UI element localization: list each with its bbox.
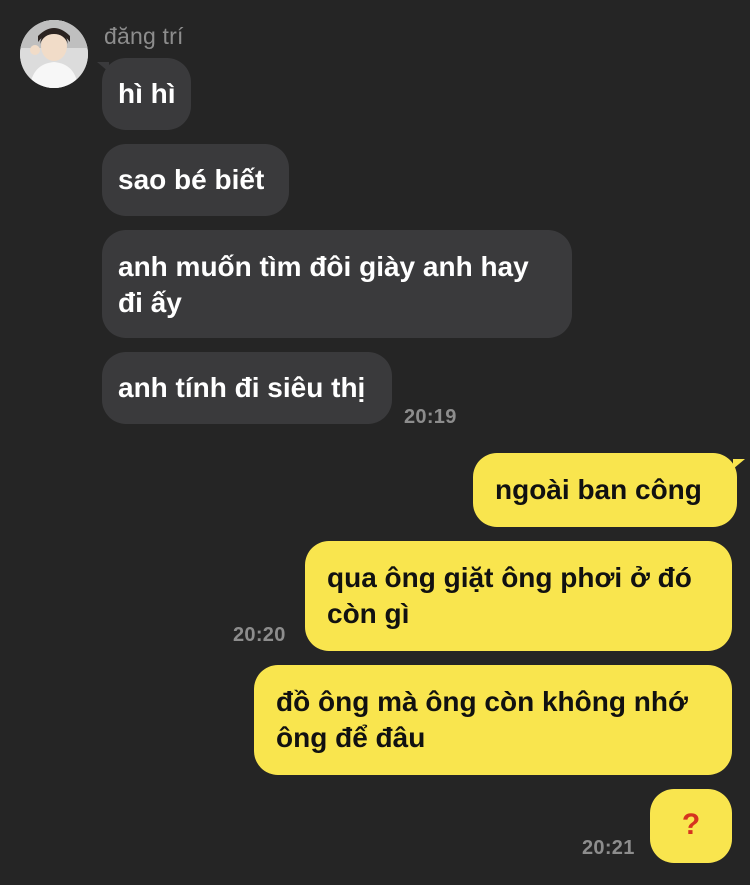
outgoing-message[interactable]: ?: [650, 789, 732, 863]
contact-avatar[interactable]: [20, 20, 88, 88]
outgoing-message[interactable]: qua ông giặt ông phơi ở đó còn gì: [305, 541, 732, 651]
avatar-photo-icon: [20, 20, 88, 88]
message-text: qua ông giặt ông phơi ở đó: [327, 562, 692, 593]
question-mark-text: ?: [681, 808, 701, 841]
message-text: anh muốn tìm đôi giày anh hay: [118, 251, 529, 282]
message-text: ngoài ban công: [495, 474, 702, 505]
message-text: ông để đâu: [276, 722, 426, 753]
incoming-message[interactable]: sao bé biết: [102, 144, 289, 216]
incoming-message[interactable]: hì hì: [102, 58, 191, 130]
incoming-message[interactable]: anh tính đi siêu thị: [102, 352, 392, 424]
message-text: còn gì: [327, 598, 410, 629]
message-text: sao bé biết: [118, 164, 265, 195]
message-text: anh tính đi siêu thị: [118, 372, 366, 403]
outgoing-message[interactable]: đồ ông mà ông còn không nhớ ông để đâu: [254, 665, 732, 775]
chat-view: đăng trí hì hì sao bé biết anh muốn tìm …: [0, 0, 750, 885]
incoming-message[interactable]: anh muốn tìm đôi giày anh hay đi ấy: [102, 230, 572, 338]
timestamp: 20:19: [404, 406, 457, 428]
contact-name: đăng trí: [104, 23, 184, 49]
message-text: đồ ông mà ông còn không nhớ: [276, 686, 688, 717]
outgoing-message[interactable]: ngoài ban công: [473, 453, 737, 527]
timestamp: 20:21: [582, 837, 635, 859]
message-text: hì hì: [118, 78, 176, 109]
timestamp: 20:20: [233, 624, 286, 646]
message-text: đi ấy: [118, 287, 182, 318]
